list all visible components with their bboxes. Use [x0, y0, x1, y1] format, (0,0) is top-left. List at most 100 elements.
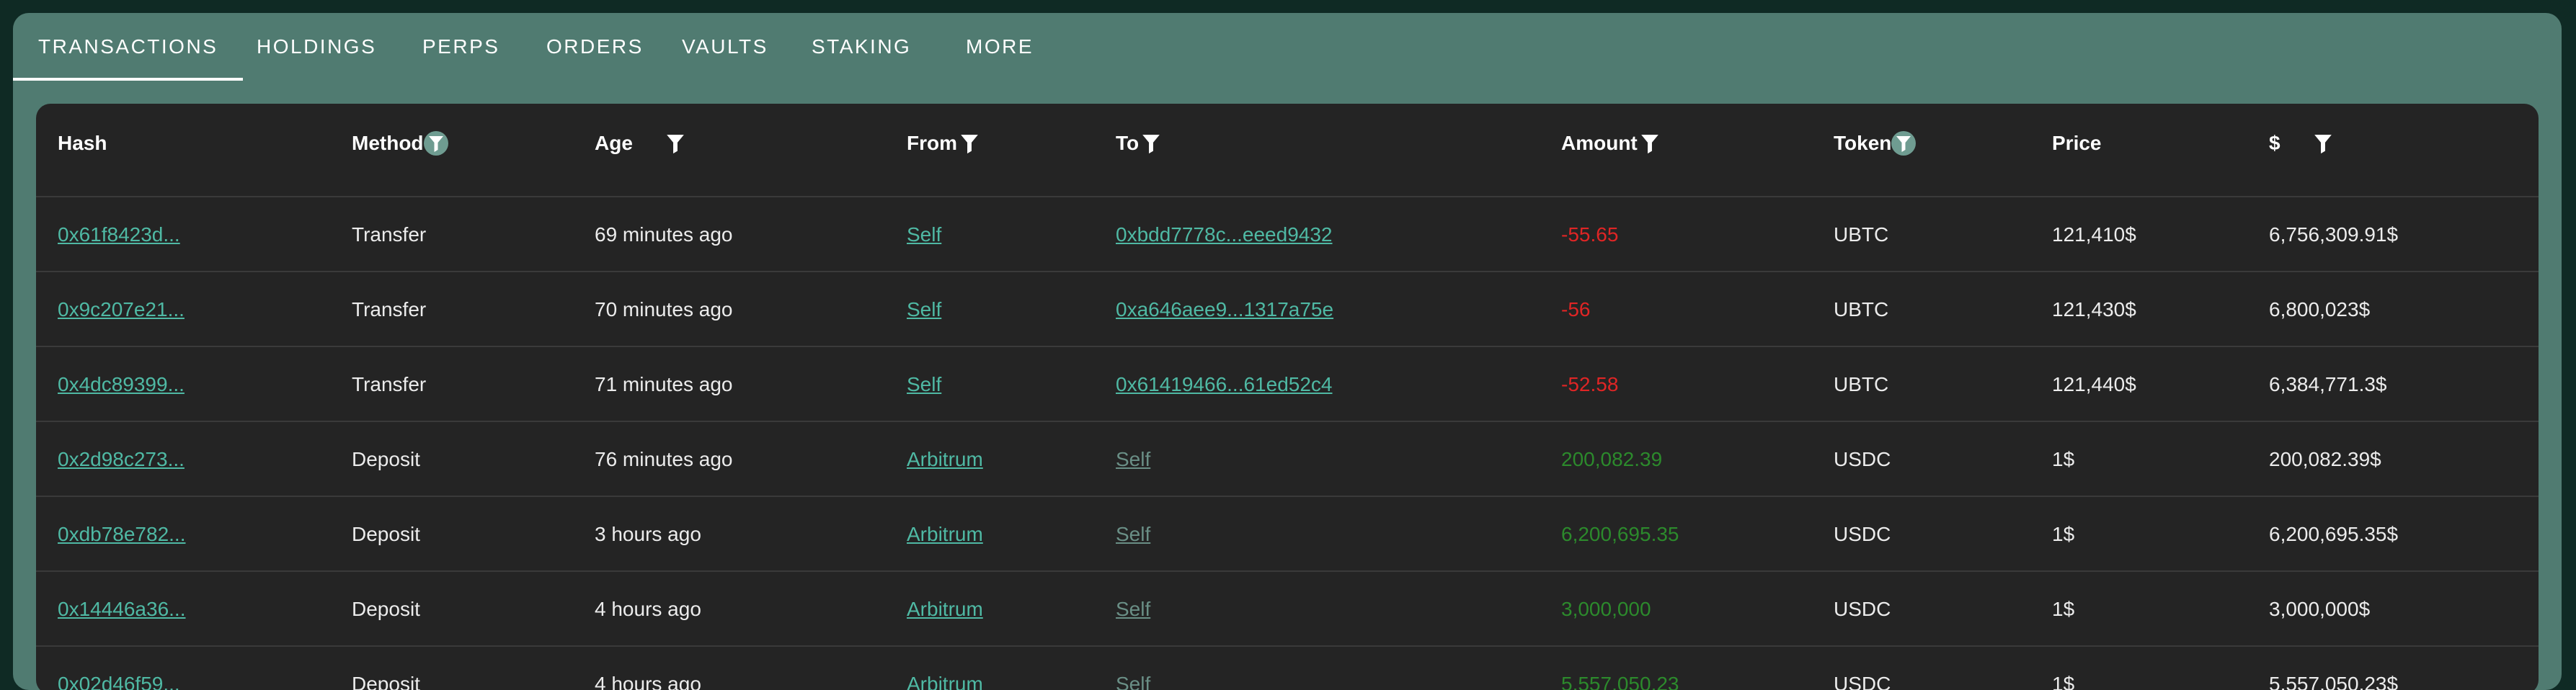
- token-cell: UBTC: [1834, 298, 1889, 321]
- method-filter-icon[interactable]: [423, 131, 448, 156]
- usd-value-cell: 5,557,050.23$: [2269, 673, 2399, 690]
- table-row: 0xdb78e782... Deposit 3 hours ago Arbitr…: [36, 496, 2539, 572]
- from-link[interactable]: Arbitrum: [907, 422, 983, 497]
- price-cell: 1$: [2052, 673, 2075, 690]
- price-cell: 1$: [2052, 598, 2075, 620]
- amount-cell: 200,082.39: [1561, 448, 1663, 470]
- table-row: 0x61f8423d... Transfer 69 minutes ago Se…: [36, 196, 2539, 272]
- amount-filter-icon[interactable]: [1638, 131, 1662, 156]
- price-cell: 121,410$: [2052, 223, 2136, 246]
- from-link[interactable]: Self: [907, 272, 941, 347]
- tab-perps[interactable]: PERPS: [422, 13, 499, 81]
- usd-value-filter-icon[interactable]: [2311, 131, 2335, 156]
- to-link[interactable]: 0xa646aee9...1317a75e: [1116, 272, 1333, 347]
- column-header-usd-value: $: [2269, 104, 2335, 183]
- age-cell: 71 minutes ago: [595, 373, 733, 395]
- age-cell: 4 hours ago: [595, 673, 701, 690]
- from-link[interactable]: Arbitrum: [907, 572, 983, 647]
- to-link[interactable]: 0x61419466...61ed52c4: [1116, 347, 1333, 422]
- usd-value-cell: 6,384,771.3$: [2269, 373, 2387, 395]
- to-filter-icon[interactable]: [1139, 131, 1163, 156]
- column-label-usd-value: $: [2269, 132, 2280, 154]
- column-label-to: To: [1116, 132, 1140, 154]
- age-cell: 76 minutes ago: [595, 448, 733, 470]
- tab-vaults[interactable]: VAULTS: [682, 13, 768, 81]
- token-cell: UBTC: [1834, 373, 1889, 395]
- column-header-method: Method: [352, 104, 448, 183]
- column-header-from: From: [907, 104, 982, 183]
- column-label-method: Method: [352, 132, 424, 154]
- amount-cell: -55.65: [1561, 223, 1619, 246]
- price-cell: 1$: [2052, 523, 2075, 545]
- token-cell: UBTC: [1834, 223, 1889, 246]
- column-label-token: Token: [1834, 132, 1892, 154]
- transactions-table: Hash Method Age From To Amount Token Pri…: [36, 104, 2539, 690]
- amount-cell: 3,000,000: [1561, 598, 1651, 620]
- age-filter-icon[interactable]: [663, 131, 688, 156]
- tab-staking[interactable]: STAKING: [812, 13, 911, 81]
- to-link[interactable]: 0xbdd7778c...eeed9432: [1116, 197, 1333, 272]
- usd-value-cell: 6,756,309.91$: [2269, 223, 2399, 246]
- hash-link[interactable]: 0x61f8423d...: [58, 197, 180, 272]
- column-label-hash: Hash: [58, 132, 107, 154]
- hash-link[interactable]: 0x02d46f59...: [58, 647, 180, 690]
- to-link[interactable]: Self: [1116, 497, 1150, 572]
- price-cell: 121,430$: [2052, 298, 2136, 321]
- to-link[interactable]: Self: [1116, 572, 1150, 647]
- table-row: 0x4dc89399... Transfer 71 minutes ago Se…: [36, 346, 2539, 422]
- usd-value-cell: 3,000,000$: [2269, 598, 2371, 620]
- method-cell: Deposit: [352, 523, 420, 545]
- from-filter-icon[interactable]: [957, 131, 982, 156]
- to-link[interactable]: Self: [1116, 422, 1150, 497]
- token-filter-icon[interactable]: [1891, 131, 1917, 156]
- usd-value-cell: 6,800,023$: [2269, 298, 2371, 321]
- price-cell: 1$: [2052, 448, 2075, 470]
- method-cell: Transfer: [352, 223, 427, 246]
- from-link[interactable]: Arbitrum: [907, 647, 983, 690]
- column-label-age: Age: [595, 132, 633, 154]
- token-cell: USDC: [1834, 598, 1891, 620]
- token-cell: USDC: [1834, 673, 1891, 690]
- from-link[interactable]: Self: [907, 197, 941, 272]
- method-cell: Deposit: [352, 448, 420, 470]
- table-row: 0x2d98c273... Deposit 76 minutes ago Arb…: [36, 421, 2539, 497]
- tab-transactions[interactable]: TRANSACTIONS: [13, 13, 244, 81]
- column-header-hash: Hash: [58, 104, 107, 183]
- method-cell: Transfer: [352, 298, 427, 321]
- table-row: 0x14446a36... Deposit 4 hours ago Arbitr…: [36, 570, 2539, 647]
- method-cell: Deposit: [352, 673, 420, 690]
- method-cell: Deposit: [352, 598, 420, 620]
- hash-link[interactable]: 0x14446a36...: [58, 572, 186, 647]
- tab-orders[interactable]: ORDERS: [546, 13, 644, 81]
- hash-link[interactable]: 0x9c207e21...: [58, 272, 185, 347]
- from-link[interactable]: Arbitrum: [907, 497, 983, 572]
- column-header-age: Age: [595, 104, 688, 183]
- hash-link[interactable]: 0x2d98c273...: [58, 422, 185, 497]
- transactions-window: TRANSACTIONS HOLDINGS PERPS ORDERS VAULT…: [13, 13, 2562, 690]
- column-header-price: Price: [2052, 104, 2102, 183]
- token-cell: USDC: [1834, 523, 1891, 545]
- tab-holdings[interactable]: HOLDINGS: [257, 13, 376, 81]
- to-link[interactable]: Self: [1116, 647, 1150, 690]
- hash-link[interactable]: 0x4dc89399...: [58, 347, 185, 422]
- amount-cell: -56: [1561, 298, 1591, 321]
- column-header-to: To: [1116, 104, 1163, 183]
- tab-more[interactable]: MORE: [966, 13, 1034, 81]
- amount-cell: 6,200,695.35: [1561, 523, 1679, 545]
- column-header-token: Token: [1834, 104, 1917, 183]
- column-label-price: Price: [2052, 132, 2102, 154]
- amount-cell: 5,557,050.23: [1561, 673, 1679, 690]
- token-cell: USDC: [1834, 448, 1891, 470]
- table-row: 0x9c207e21... Transfer 70 minutes ago Se…: [36, 271, 2539, 347]
- from-link[interactable]: Self: [907, 347, 941, 422]
- table-row: 0x02d46f59... Deposit 4 hours ago Arbitr…: [36, 645, 2539, 690]
- age-cell: 69 minutes ago: [595, 223, 733, 246]
- age-cell: 3 hours ago: [595, 523, 701, 545]
- method-cell: Transfer: [352, 373, 427, 395]
- tab-bar: TRANSACTIONS HOLDINGS PERPS ORDERS VAULT…: [13, 13, 2562, 81]
- hash-link[interactable]: 0xdb78e782...: [58, 497, 186, 572]
- age-cell: 4 hours ago: [595, 598, 701, 620]
- column-label-amount: Amount: [1561, 132, 1638, 154]
- usd-value-cell: 6,200,695.35$: [2269, 523, 2399, 545]
- price-cell: 121,440$: [2052, 373, 2136, 395]
